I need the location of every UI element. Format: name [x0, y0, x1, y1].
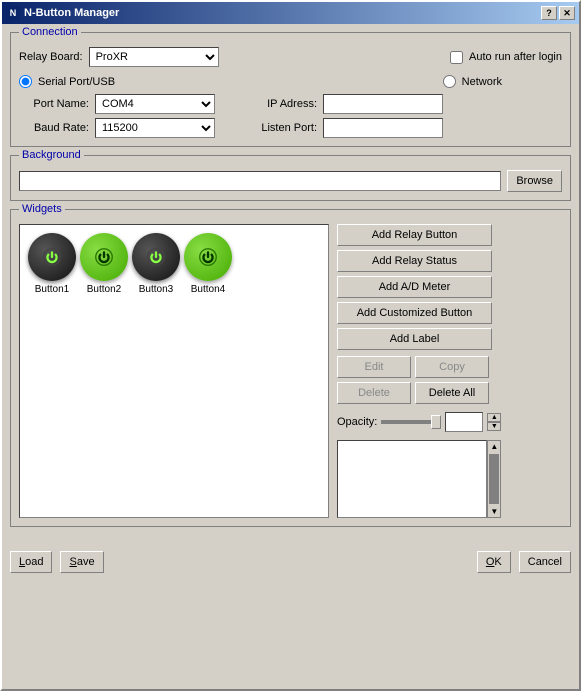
widget-canvas[interactable]: Button1 Button2 — [19, 224, 329, 518]
add-relay-button[interactable]: Add Relay Button — [337, 224, 492, 246]
window-icon: N — [6, 6, 20, 20]
widget-controls: Add Relay Button Add Relay Status Add A/… — [337, 224, 501, 518]
list-item[interactable]: Button1 — [28, 233, 76, 295]
baud-rate-label: Baud Rate: — [19, 122, 89, 134]
opacity-slider[interactable] — [381, 420, 441, 424]
connection-group: Connection Relay Board: ProXR Auto run a… — [10, 32, 571, 147]
background-path-input[interactable] — [19, 171, 501, 191]
cancel-button[interactable]: Cancel — [519, 551, 571, 573]
button3-label: Button3 — [139, 284, 173, 295]
edit-button[interactable]: Edit — [337, 356, 411, 378]
listen-port-label: Listen Port: — [245, 122, 317, 134]
delete-all-button[interactable]: Delete All — [415, 382, 489, 404]
ok-button[interactable]: OK — [477, 551, 511, 573]
button4-icon — [184, 233, 232, 281]
port-name-label: Port Name: — [19, 98, 89, 110]
baud-rate-select[interactable]: 115200 — [95, 118, 215, 138]
help-button[interactable]: ? — [541, 6, 557, 20]
button2-label: Button2 — [87, 284, 121, 295]
add-label-button[interactable]: Add Label — [337, 328, 492, 350]
opacity-label: Opacity: — [337, 416, 377, 428]
serial-radio[interactable] — [19, 75, 32, 88]
title-bar-buttons: ? ✕ — [541, 6, 575, 20]
relay-board-label: Relay Board: — [19, 51, 83, 63]
close-button[interactable]: ✕ — [559, 6, 575, 20]
preview-box — [337, 440, 487, 518]
bottom-buttons: LLoadoad Save OK Cancel — [2, 551, 579, 573]
auto-run-label: Auto run after login — [469, 51, 562, 63]
list-item[interactable]: Button2 — [80, 233, 128, 295]
main-window: N N-Button Manager ? ✕ Connection Relay … — [0, 0, 581, 691]
listen-port-input[interactable]: 2000 — [323, 118, 443, 138]
add-ad-meter-button[interactable]: Add A/D Meter — [337, 276, 492, 298]
delete-button[interactable]: Delete — [337, 382, 411, 404]
connection-group-label: Connection — [19, 26, 81, 38]
ip-address-label: IP Adress: — [245, 98, 317, 110]
save-button[interactable]: Save — [60, 551, 103, 573]
window-title: N-Button Manager — [24, 7, 119, 19]
auto-run-checkbox[interactable] — [450, 51, 463, 64]
button2-icon — [80, 233, 128, 281]
save-label: Save — [69, 556, 94, 568]
widgets-group-label: Widgets — [19, 203, 65, 215]
relay-board-select[interactable]: ProXR — [89, 47, 219, 67]
list-item[interactable]: Button4 — [184, 233, 232, 295]
preview-scrollbar[interactable]: ▲ ▼ — [487, 440, 501, 518]
ip-address-input[interactable]: 192.168.0.104 — [323, 94, 443, 114]
copy-button[interactable]: Copy — [415, 356, 489, 378]
button1-icon — [28, 233, 76, 281]
button4-label: Button4 — [191, 284, 225, 295]
network-radio[interactable] — [443, 75, 456, 88]
scroll-thumb — [489, 454, 499, 504]
opacity-input[interactable]: 100 — [445, 412, 483, 432]
network-label: Network — [462, 76, 502, 88]
scroll-down-arrow[interactable]: ▼ — [489, 506, 499, 517]
ok-label: OK — [486, 556, 502, 568]
list-item[interactable]: Button3 — [132, 233, 180, 295]
widgets-group: Widgets Button1 — [10, 209, 571, 527]
background-group-label: Background — [19, 149, 84, 161]
load-button[interactable]: LLoadoad — [10, 551, 52, 573]
opacity-spinner: ▲ ▼ — [487, 413, 501, 431]
button1-label: Button1 — [35, 284, 69, 295]
port-name-select[interactable]: COM4 — [95, 94, 215, 114]
opacity-up-button[interactable]: ▲ — [487, 413, 501, 422]
scroll-up-arrow[interactable]: ▲ — [489, 441, 499, 452]
load-label: LLoadoad — [19, 556, 43, 568]
background-group: Background Browse — [10, 155, 571, 201]
add-relay-status-button[interactable]: Add Relay Status — [337, 250, 492, 272]
opacity-down-button[interactable]: ▼ — [487, 422, 501, 431]
serial-port-label: Serial Port/USB — [38, 76, 115, 88]
browse-button[interactable]: Browse — [507, 170, 562, 192]
title-bar: N N-Button Manager ? ✕ — [2, 2, 579, 24]
button3-icon — [132, 233, 180, 281]
add-customized-button[interactable]: Add Customized Button — [337, 302, 492, 324]
